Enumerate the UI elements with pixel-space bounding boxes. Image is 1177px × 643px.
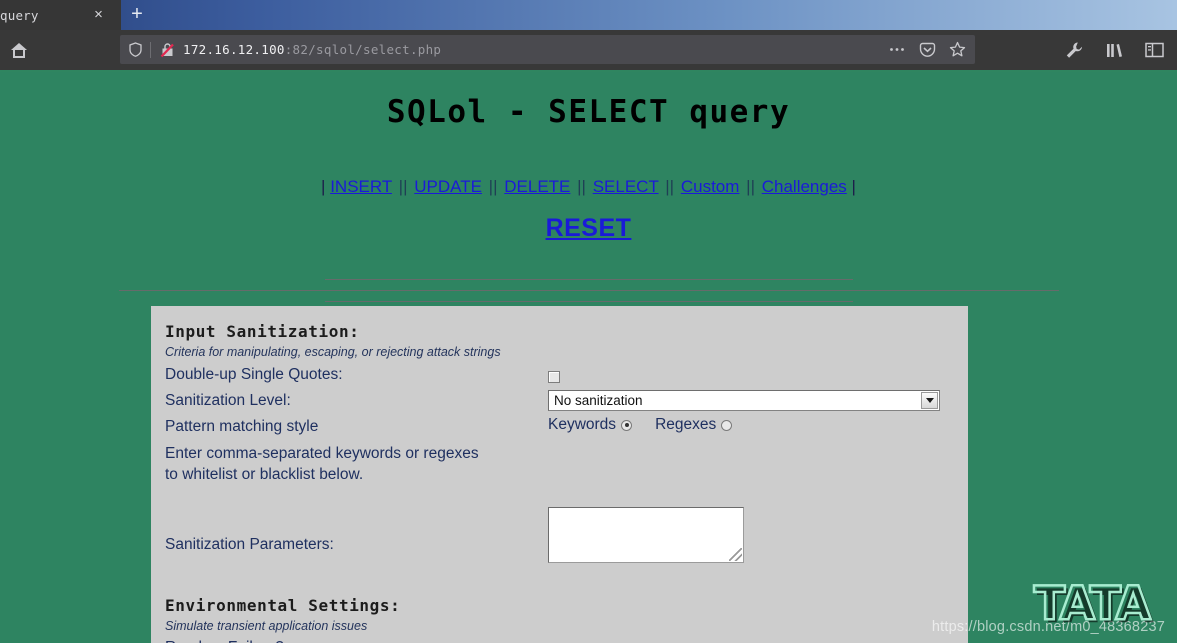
nav-separator-open: |	[321, 177, 326, 196]
star-glyph	[949, 41, 965, 57]
nav-separator: ||	[488, 177, 498, 196]
address-bar[interactable]: 172.16.12.100:82/sqlol/select.php	[120, 35, 975, 64]
sidebar-toggle-icon[interactable]	[1137, 33, 1171, 67]
broken-lock-glyph	[160, 42, 174, 57]
url-host: 172.16.12.100	[183, 42, 285, 57]
tab-strip: query ×	[0, 0, 121, 30]
divider-top	[324, 279, 853, 280]
sanitization-parameters-textarea[interactable]	[548, 507, 744, 563]
sanitization-level-value: No sanitization	[554, 393, 643, 408]
shield-icon[interactable]	[120, 42, 150, 57]
nav-separator: ||	[665, 177, 675, 196]
sanitization-parameters-label: Sanitization Parameters:	[165, 536, 334, 553]
resize-grip[interactable]	[729, 548, 742, 561]
pattern-matching-radio-group: Keywords Regexes	[548, 416, 968, 434]
page-actions-ellipsis-icon[interactable]	[883, 38, 911, 62]
addressbar-action-icons	[883, 35, 971, 64]
home-glyph	[10, 42, 28, 58]
reset-row: RESET	[0, 214, 1177, 243]
browser-tab[interactable]: query ×	[0, 0, 121, 30]
browser-chrome: query × + 172.16.12.100:82/sqlol/select.…	[0, 0, 1177, 72]
divider-middle	[118, 290, 1059, 291]
page-title: SQLol - SELECT query	[386, 94, 791, 130]
developer-tools-wrench-icon[interactable]	[1057, 33, 1091, 67]
nav-separator: ||	[577, 177, 586, 196]
browser-titlebar: query × +	[0, 0, 1177, 30]
library-icon[interactable]	[1097, 33, 1131, 67]
broken-lock-icon[interactable]	[151, 42, 183, 58]
reset-link[interactable]: RESET	[546, 214, 632, 242]
nav-links: | INSERT || UPDATE || DELETE || SELECT |…	[0, 177, 1177, 197]
wrench-glyph	[1066, 42, 1082, 58]
nav-separator: ||	[746, 177, 755, 196]
library-glyph	[1106, 43, 1122, 57]
new-tab-button[interactable]: +	[126, 2, 148, 27]
environmental-settings-heading: Environmental Settings:	[165, 596, 401, 615]
browser-navigation-toolbar: 172.16.12.100:82/sqlol/select.php	[0, 30, 1177, 72]
divider-bottom	[324, 301, 853, 302]
nav-link-update[interactable]: UPDATE	[414, 177, 482, 196]
input-sanitization-subtitle: Criteria for manipulating, escaping, or …	[165, 345, 501, 359]
sanitization-level-select[interactable]: No sanitization	[548, 390, 940, 411]
browser-toolbar-right	[1057, 30, 1171, 70]
instructions-line-2: to whitelist or blacklist below.	[165, 466, 364, 483]
random-failure-label: Random Failure?	[165, 637, 548, 643]
url-path: :82/sqlol/select.php	[284, 42, 442, 57]
nav-link-insert[interactable]: INSERT	[330, 177, 392, 196]
nav-link-custom[interactable]: Custom	[681, 177, 740, 196]
nav-link-select[interactable]: SELECT	[593, 177, 659, 196]
caret-glyph	[925, 398, 934, 403]
double-up-quotes-checkbox[interactable]	[548, 370, 560, 383]
pattern-matching-style-label: Pattern matching style	[165, 418, 319, 435]
pocket-glyph	[919, 42, 935, 57]
chevron-down-icon[interactable]	[921, 392, 938, 409]
bookmark-star-icon[interactable]	[943, 38, 971, 62]
pocket-save-icon[interactable]	[913, 38, 941, 62]
sanitization-level-label: Sanitization Level:	[165, 392, 291, 409]
double-up-quotes-label: Double-up Single Quotes:	[165, 366, 343, 383]
sidebar-glyph	[1144, 42, 1164, 58]
radio-keywords[interactable]	[621, 419, 633, 431]
page-content: SQLol - SELECT query | INSERT || UPDATE …	[0, 72, 1177, 643]
radio-label-keywords: Keywords	[548, 416, 617, 433]
home-icon[interactable]	[0, 30, 38, 70]
nav-separator: ||	[398, 177, 408, 196]
ellipsis-glyph	[890, 48, 904, 51]
radio-regexes[interactable]	[721, 419, 733, 431]
nav-link-challenges[interactable]: Challenges	[762, 177, 847, 196]
close-icon[interactable]: ×	[90, 6, 107, 23]
shield-glyph	[128, 42, 142, 57]
environmental-settings-subtitle: Simulate transient application issues	[165, 619, 368, 633]
tab-title: query	[0, 7, 39, 23]
settings-form-panel: Input Sanitization: Criteria for manipul…	[151, 306, 968, 643]
url-text: 172.16.12.100:82/sqlol/select.php	[183, 42, 441, 57]
radio-label-regexes: Regexes	[655, 416, 717, 433]
nav-separator-close: |	[851, 177, 856, 196]
instructions-line-1: Enter comma-separated keywords or regexe…	[165, 445, 479, 462]
watermark-logo: TATA	[1032, 575, 1152, 632]
nav-link-delete[interactable]: DELETE	[504, 177, 570, 196]
sanitization-instructions: Enter comma-separated keywords or regexe…	[165, 443, 968, 485]
input-sanitization-heading: Input Sanitization:	[165, 322, 360, 341]
